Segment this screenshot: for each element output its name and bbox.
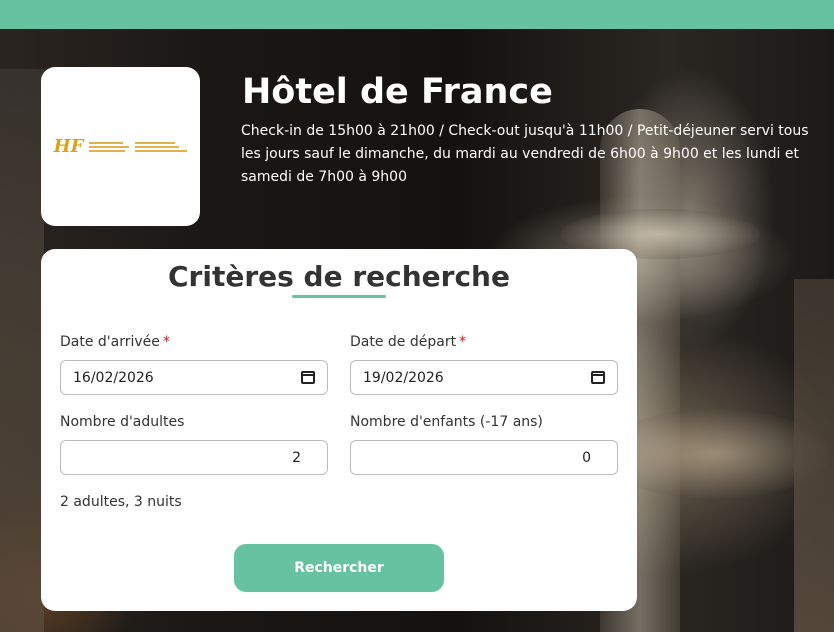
- arrival-date-label: Date d'arrivée *: [60, 333, 170, 351]
- title-underline: [292, 295, 386, 298]
- departure-date-input[interactable]: 19/02/2026: [350, 360, 618, 395]
- background-building-right: [794, 279, 834, 632]
- hotel-logo: HF: [41, 67, 200, 226]
- arrival-date-value: 16/02/2026: [73, 369, 154, 386]
- search-criteria-card: Critères de recherche Date d'arrivée * 16…: [41, 249, 637, 611]
- stay-summary: 2 adultes, 3 nuits: [60, 494, 182, 510]
- search-button[interactable]: Rechercher: [234, 544, 444, 592]
- calendar-icon[interactable]: [301, 371, 315, 384]
- logo-contact-lines: [135, 141, 188, 152]
- required-marker: *: [162, 334, 170, 350]
- children-input[interactable]: 0: [350, 440, 618, 475]
- required-marker: *: [459, 334, 467, 350]
- adults-label: Nombre d'adultes: [60, 414, 185, 430]
- adults-input[interactable]: 2: [60, 440, 328, 475]
- children-value: 0: [582, 449, 591, 466]
- logo-mark: HF: [53, 136, 84, 157]
- arrival-date-label-text: Date d'arrivée: [60, 334, 160, 350]
- hotel-name: Hôtel de France: [242, 72, 553, 112]
- hotel-description: Check-in de 15h00 à 21h00 / Check-out ju…: [241, 123, 809, 185]
- logo-text-lines: [89, 141, 130, 152]
- top-accent-bar: [0, 0, 834, 29]
- adults-value: 2: [292, 449, 301, 466]
- children-label: Nombre d'enfants (-17 ans): [350, 414, 543, 430]
- background-building-left: [0, 69, 44, 632]
- departure-date-label-text: Date de départ: [350, 334, 457, 350]
- departure-date-label: Date de départ *: [350, 333, 466, 351]
- arrival-date-input[interactable]: 16/02/2026: [60, 360, 328, 395]
- search-card-title: Critères de recherche: [168, 260, 510, 293]
- calendar-icon[interactable]: [591, 371, 605, 384]
- departure-date-value: 19/02/2026: [363, 369, 444, 386]
